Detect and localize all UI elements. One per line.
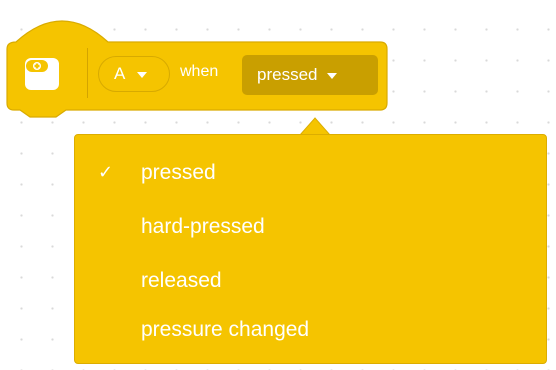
hub-button-glyph: [26, 60, 48, 72]
menu-item-pressure-changed[interactable]: pressure changed: [141, 318, 309, 342]
when-button-event-block[interactable]: A when pressed: [0, 0, 400, 120]
event-dropdown-menu: ✓ pressed hard-pressed released pressure…: [74, 134, 547, 364]
block-divider: [87, 48, 88, 98]
port-selector-value: A: [114, 64, 126, 83]
menu-item-pressed[interactable]: pressed: [141, 161, 216, 185]
checkmark-icon: ✓: [98, 162, 114, 182]
event-dropdown-value: pressed: [257, 65, 318, 84]
chevron-down-icon: [327, 73, 338, 79]
when-label: when: [180, 63, 219, 80]
event-dropdown[interactable]: pressed: [242, 55, 378, 95]
menu-item-hard-pressed[interactable]: hard-pressed: [141, 215, 265, 239]
menu-pointer-arrow: [298, 117, 332, 136]
hub-button-icon: [25, 58, 59, 90]
chevron-down-icon: [137, 72, 148, 78]
menu-item-released[interactable]: released: [141, 269, 222, 293]
port-selector[interactable]: A: [98, 56, 170, 92]
